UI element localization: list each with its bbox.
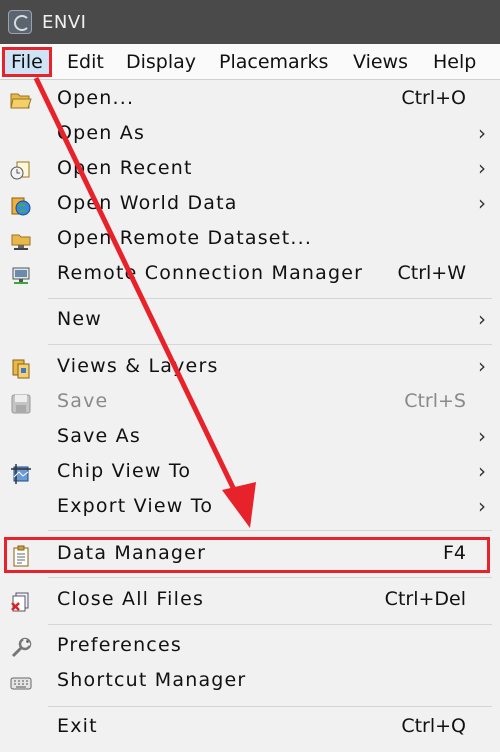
annotation-arrow <box>33 76 256 528</box>
